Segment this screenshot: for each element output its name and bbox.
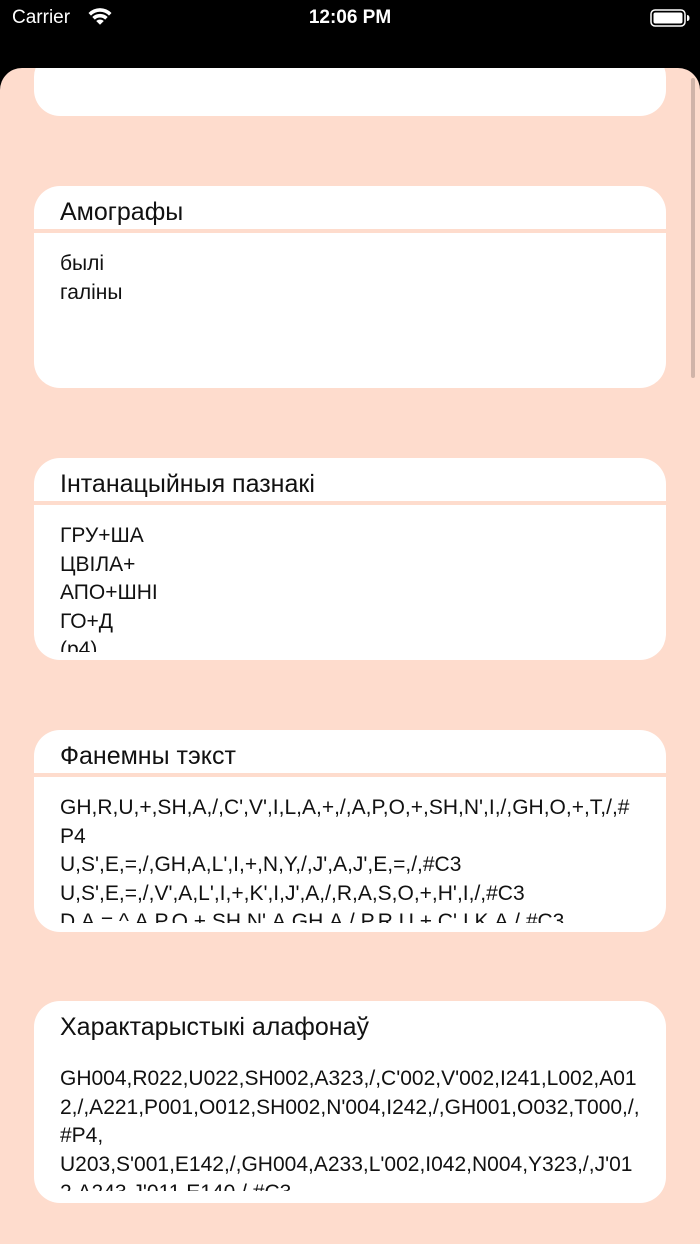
phonemic-line: U,S',E,=,/,GH,A,L',I,+,N,Y,/,J',A,J',E,=…: [60, 853, 462, 876]
card-divider: [34, 229, 666, 233]
intonation-text[interactable]: ГРУ+ША ЦВІЛА+ АПО+ШНІ ГО+Д (р4): [60, 522, 640, 652]
intonation-card: Інтанацыйныя пазнакі ГРУ+ША ЦВІЛА+ АПО+Ш…: [34, 458, 666, 660]
card-divider: [34, 501, 666, 505]
intonation-line: АПО+ШНІ: [60, 581, 158, 604]
intonation-line: (р4): [60, 638, 98, 652]
allophones-title: Характарыстыкі алафонаў: [60, 1013, 369, 1041]
allophones-card: Характарыстыкі алафонаў GH004,R022,U022,…: [34, 1001, 666, 1203]
allophone-line: GH004,R022,U022,SH002,A323,/,C'002,V'002…: [60, 1067, 640, 1147]
intonation-line: ГРУ+ША: [60, 524, 144, 547]
scroll-indicator[interactable]: [691, 78, 695, 378]
phonemic-card: Фанемны тэкст GH,R,U,+,SH,A,/,C',V',I,L,…: [34, 730, 666, 932]
phonemic-line: GH,R,U,+,SH,A,/,C',V',I,L,A,+,/,A,P,O,+,…: [60, 796, 630, 848]
intonation-title: Інтанацыйныя пазнакі: [60, 470, 315, 498]
homographs-card: Амографы былі галіны: [34, 186, 666, 388]
phonemic-line: U,S',E,=,/,V',A,L',I,+,K',I,J',A,/,R,A,S…: [60, 881, 525, 905]
homographs-text[interactable]: былі галіны: [60, 250, 640, 378]
homographs-title: Амографы: [60, 198, 184, 226]
homograph-line: галіны: [60, 280, 123, 304]
battery-icon: [650, 9, 690, 27]
allophone-line: U203,S'001,E142,/,GH004,A233,L'002,I042,…: [60, 1152, 633, 1192]
status-bar: Carrier 12:06 PM: [0, 0, 700, 40]
main-sheet[interactable]: Амографы былі галіны Інтанацыйныя пазнак…: [0, 68, 700, 1244]
intonation-line: ГО+Д: [60, 609, 114, 633]
allophones-text[interactable]: GH004,R022,U022,SH002,A323,/,C'002,V'002…: [60, 1065, 640, 1191]
phonemic-text[interactable]: GH,R,U,+,SH,A,/,C',V',I,L,A,+,/,A,P,O,+,…: [60, 794, 640, 923]
top-card-partial: [34, 68, 666, 116]
phonemic-title: Фанемны тэкст: [60, 742, 236, 770]
phonemic-line: D,A,=,^,A,P,O,+,SH,N',A,GH,A,/,P,R,U,+,C…: [60, 910, 565, 923]
homograph-line: былі: [60, 252, 105, 275]
clock-time: 12:06 PM: [308, 7, 392, 28]
intonation-line: ЦВІЛА+: [60, 552, 136, 576]
card-divider: [34, 773, 666, 777]
